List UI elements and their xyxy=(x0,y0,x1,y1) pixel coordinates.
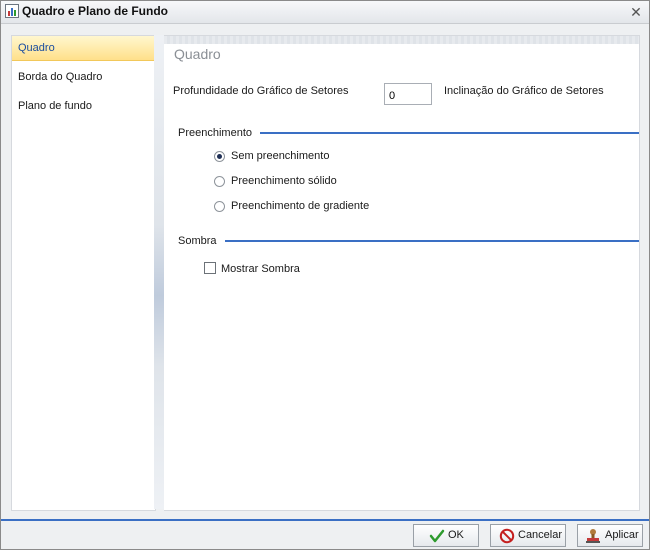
apply-stamp-icon xyxy=(586,529,600,543)
ok-button[interactable]: OK xyxy=(413,524,479,547)
radio-label-preenchimento-solido: Preenchimento sólido xyxy=(231,175,337,187)
dialog-footer: OK Cancelar Aplicar xyxy=(1,521,649,549)
radio-preenchimento-gradiente[interactable] xyxy=(214,201,225,212)
cancel-icon xyxy=(499,528,515,544)
pie-depth-input[interactable] xyxy=(384,83,432,105)
cancel-button-label: Cancelar xyxy=(518,529,563,541)
fill-section-divider xyxy=(260,132,639,134)
sidebar-item-borda-do-quadro[interactable]: Borda do Quadro xyxy=(12,65,155,90)
ok-button-label: OK xyxy=(448,529,464,541)
shadow-section-divider xyxy=(225,240,639,242)
pie-depth-label: Profundidade do Gráfico de Setores xyxy=(173,85,349,97)
radio-preenchimento-solido[interactable] xyxy=(214,176,225,187)
title-bar[interactable]: Quadro e Plano de Fundo ✕ xyxy=(1,1,649,24)
radio-sem-preenchimento[interactable] xyxy=(214,151,225,162)
check-icon xyxy=(429,529,445,543)
cancel-button[interactable]: Cancelar xyxy=(490,524,566,547)
panel-header-band xyxy=(164,36,639,44)
radio-label-preenchimento-gradiente: Preenchimento de gradiente xyxy=(231,200,370,212)
panel-heading: Quadro xyxy=(174,46,221,62)
sidebar-item-plano-de-fundo[interactable]: Plano de fundo xyxy=(12,94,155,119)
apply-button[interactable]: Aplicar xyxy=(577,524,643,547)
fill-section-title: Preenchimento xyxy=(178,127,252,139)
dialog-window: Quadro e Plano de Fundo ✕ Quadro Borda d… xyxy=(0,0,650,550)
pie-tilt-label: Inclinação do Gráfico de Setores xyxy=(444,85,604,97)
show-shadow-label: Mostrar Sombra xyxy=(221,263,300,275)
close-icon[interactable]: ✕ xyxy=(629,5,643,19)
show-shadow-checkbox[interactable] xyxy=(204,262,216,274)
panel-splitter[interactable] xyxy=(154,35,164,509)
radio-label-sem-preenchimento: Sem preenchimento xyxy=(231,150,330,162)
settings-panel: Quadro Profundidade do Gráfico de Setore… xyxy=(164,35,640,511)
window-title: Quadro e Plano de Fundo xyxy=(22,4,169,18)
apply-button-label: Aplicar xyxy=(605,529,639,541)
category-sidebar: Quadro Borda do Quadro Plano de fundo xyxy=(11,35,156,511)
chart-app-icon xyxy=(5,4,19,18)
sidebar-item-quadro[interactable]: Quadro xyxy=(12,36,155,61)
shadow-section-title: Sombra xyxy=(178,235,217,247)
